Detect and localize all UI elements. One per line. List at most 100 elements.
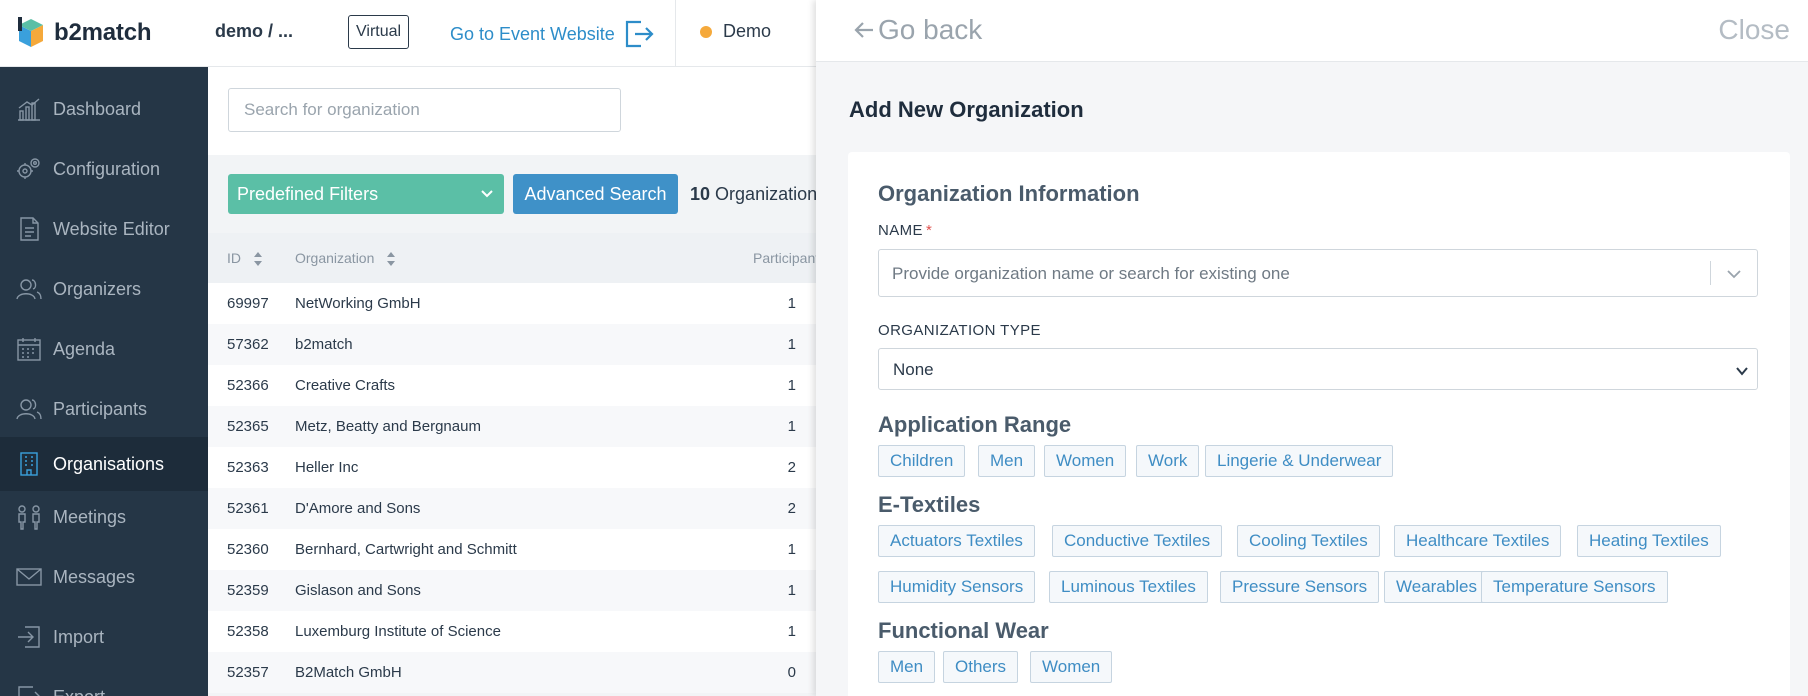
demo-status[interactable]: Demo (700, 21, 771, 42)
application-range-heading: Application Range (878, 412, 1072, 437)
sidebar-item-label: Agenda (53, 338, 116, 359)
row-participants: 1 (787, 541, 796, 558)
tag-wearables[interactable]: Wearables (1384, 571, 1489, 603)
sidebar-item-label: Organizers (53, 278, 142, 299)
column-header-organization[interactable]: Organization (295, 233, 396, 283)
organisations-list-area: Predefined Filters Advanced Search 10 Or… (208, 67, 816, 696)
predefined-filters-dropdown[interactable]: Predefined Filters (228, 174, 504, 214)
count-number: 10 (690, 184, 711, 204)
tag-men[interactable]: Men (978, 445, 1036, 477)
column-header-id[interactable]: ID (227, 233, 263, 283)
row-participants: 2 (787, 459, 796, 476)
tag-healthcare-textiles[interactable]: Healthcare Textiles (1394, 525, 1562, 557)
sidebar-item-configuration[interactable]: Configuration (0, 142, 208, 196)
go-back-label: Go back (878, 14, 983, 45)
sidebar-item-label: Configuration (53, 158, 161, 179)
row-participants: 0 (787, 664, 796, 681)
tag-conductive-textiles[interactable]: Conductive Textiles (1052, 525, 1223, 557)
dashboard-icon (18, 98, 40, 121)
calendar-icon (17, 338, 41, 361)
table-row[interactable]: 52366 Creative Crafts 1 (208, 365, 816, 406)
required-marker: * (925, 222, 933, 239)
b2match-logo[interactable]: b2match (16, 15, 151, 51)
sidebar-item-organizers[interactable]: Organizers (0, 262, 208, 316)
advanced-search-button[interactable]: Advanced Search (513, 174, 678, 214)
sidebar-item-label: Import (53, 626, 105, 647)
sidebar-item-label: Organisations (53, 453, 165, 474)
table-row[interactable]: 52359 Gislason and Sons 1 (208, 570, 816, 611)
tag-pressure-sensors[interactable]: Pressure Sensors (1220, 571, 1380, 603)
table-row[interactable]: 52361 D'Amore and Sons 2 (208, 488, 816, 529)
row-participants: 1 (787, 623, 796, 640)
tag-men[interactable]: Men (878, 651, 936, 683)
table-header: ID Organization Participants (208, 233, 816, 283)
b2match-logo-icon (18, 17, 43, 47)
envelope-icon (16, 568, 42, 586)
field-divider (1710, 261, 1711, 285)
sidebar: Dashboard Configuration Website Editor O… (0, 67, 208, 696)
tag-actuators-textiles[interactable]: Actuators Textiles (878, 525, 1035, 557)
tag-heating-textiles[interactable]: Heating Textiles (1577, 525, 1721, 557)
import-icon (18, 626, 40, 648)
tag-luminous-textiles[interactable]: Luminous Textiles (1049, 571, 1208, 603)
table-row[interactable]: 52360 Bernhard, Cartwright and Schmitt 1 (208, 529, 816, 570)
organizers-icon (16, 279, 42, 300)
organization-name-field[interactable]: Provide organization name or search for … (878, 249, 1758, 297)
tag-women[interactable]: Women (1044, 445, 1127, 477)
tag-lingerie-underwear[interactable]: Lingerie & Underwear (1205, 445, 1394, 477)
table-row[interactable]: 52363 Heller Inc 2 (208, 447, 816, 488)
organization-form-card: Organization Information NAME * Provide o… (848, 152, 1790, 696)
sidebar-item-website-editor[interactable]: Website Editor (0, 202, 208, 256)
functional-wear-heading: Functional Wear (878, 618, 1049, 643)
chevron-down-icon[interactable] (1725, 265, 1743, 283)
organization-information-heading: Organization Information (878, 181, 1140, 206)
sidebar-item-export[interactable]: Export (0, 670, 208, 696)
sidebar-item-label: Messages (53, 566, 136, 587)
arrow-left-icon (854, 22, 873, 38)
sort-icon (253, 252, 262, 267)
name-field-label: NAME * (878, 222, 932, 239)
column-header-participants[interactable]: Participants (753, 233, 816, 283)
search-band (208, 67, 816, 155)
meetings-icon (18, 505, 40, 530)
organization-type-select[interactable]: None (878, 348, 1758, 390)
table-row[interactable]: 57362 b2match 1 (208, 324, 816, 365)
sidebar-item-participants[interactable]: Participants (0, 382, 208, 436)
table-row[interactable]: 69997 NetWorking GmbH 1 (208, 283, 816, 324)
tag-cooling-textiles[interactable]: Cooling Textiles (1237, 525, 1380, 557)
logo-text: b2match (54, 19, 152, 46)
tag-others[interactable]: Others (943, 651, 1019, 683)
sidebar-item-label: Export (53, 687, 105, 696)
sidebar-item-meetings[interactable]: Meetings (0, 490, 208, 544)
panel-header: Go back Close (816, 0, 1808, 62)
sidebar-item-organisations[interactable]: Organisations (0, 437, 208, 491)
sidebar-item-messages[interactable]: Messages (0, 550, 208, 604)
table-row[interactable]: 52357 B2Match GmbH 0 (208, 652, 816, 693)
column-header-organization-label: Organization (295, 250, 375, 266)
demo-label: Demo (723, 21, 772, 41)
document-icon (20, 217, 39, 241)
table-row[interactable]: 52365 Metz, Beatty and Bergnaum 1 (208, 406, 816, 447)
row-participants: 1 (787, 377, 796, 394)
sidebar-item-agenda[interactable]: Agenda (0, 322, 208, 376)
organization-type-value: None (893, 360, 934, 379)
table-row[interactable]: 52358 Luxemburg Institute of Science 1 (208, 611, 816, 652)
row-participants: 1 (787, 582, 796, 599)
organization-type-label: ORGANIZATION TYPE (878, 322, 1041, 339)
website-link-label: Go to Event Website (450, 23, 615, 44)
go-back-button[interactable]: Go back (852, 14, 982, 46)
sidebar-item-dashboard[interactable]: Dashboard (0, 82, 208, 136)
organization-search-input[interactable] (228, 88, 621, 132)
tag-humidity-sensors[interactable]: Humidity Sensors (878, 571, 1036, 603)
event-breadcrumb[interactable]: demo / ... (215, 21, 293, 42)
close-button[interactable]: Close (1718, 14, 1790, 46)
row-participants: 1 (787, 418, 796, 435)
go-to-event-website-link[interactable]: Go to Event Website (450, 18, 655, 50)
tag-work[interactable]: Work (1136, 445, 1200, 477)
tag-temperature-sensors[interactable]: Temperature Sensors (1481, 571, 1668, 603)
sidebar-item-import[interactable]: Import (0, 610, 208, 664)
sidebar-item-label: Meetings (53, 506, 127, 527)
tag-children[interactable]: Children (878, 445, 966, 477)
sidebar-item-label: Dashboard (53, 98, 142, 119)
tag-women[interactable]: Women (1030, 651, 1113, 683)
